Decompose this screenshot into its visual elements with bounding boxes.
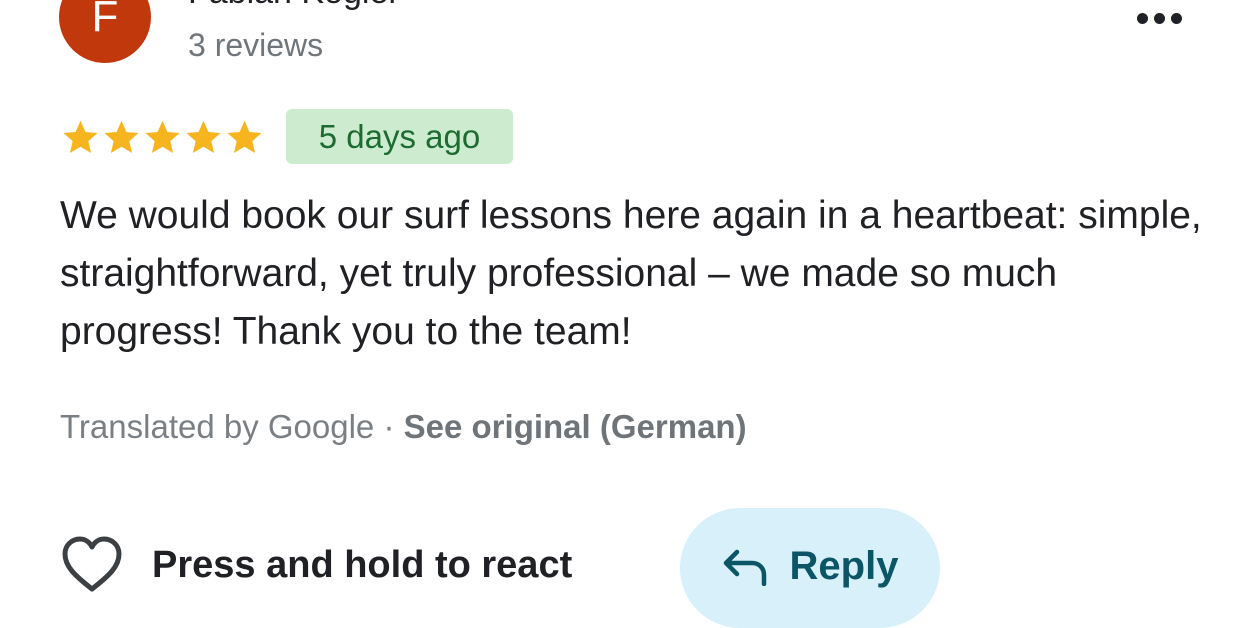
more-horizontal-icon xyxy=(1136,12,1148,24)
star-icon xyxy=(63,120,98,153)
more-options-button[interactable] xyxy=(1124,0,1194,36)
avatar[interactable]: F xyxy=(59,0,151,63)
more-dot xyxy=(1170,12,1182,24)
star-icon xyxy=(227,120,262,153)
react-button[interactable]: Press and hold to react xyxy=(60,535,572,595)
heart-icon xyxy=(62,536,122,592)
reviewer-name[interactable]: Fabian Kogler xyxy=(188,0,400,12)
reply-arrow-icon xyxy=(723,549,766,586)
see-original-link[interactable]: See original (German) xyxy=(404,408,747,445)
react-label: Press and hold to react xyxy=(152,543,573,586)
more-dot xyxy=(1153,12,1165,24)
star-icon xyxy=(104,120,139,153)
date-badge: 5 days ago xyxy=(286,109,513,164)
separator: · xyxy=(383,408,395,445)
review-text: We would book our surf lessons here agai… xyxy=(60,194,1202,353)
reply-button[interactable]: Reply xyxy=(680,508,940,628)
star-icon xyxy=(145,120,180,153)
star-icon xyxy=(186,120,221,153)
translated-by-label: Translated by Google xyxy=(60,408,375,445)
star-rating xyxy=(60,114,265,160)
translation-info: Translated by Google · See original (Ger… xyxy=(60,406,747,448)
avatar-letter: F xyxy=(91,0,119,41)
review-count[interactable]: 3 reviews xyxy=(188,26,323,64)
reply-label: Reply xyxy=(789,544,899,588)
